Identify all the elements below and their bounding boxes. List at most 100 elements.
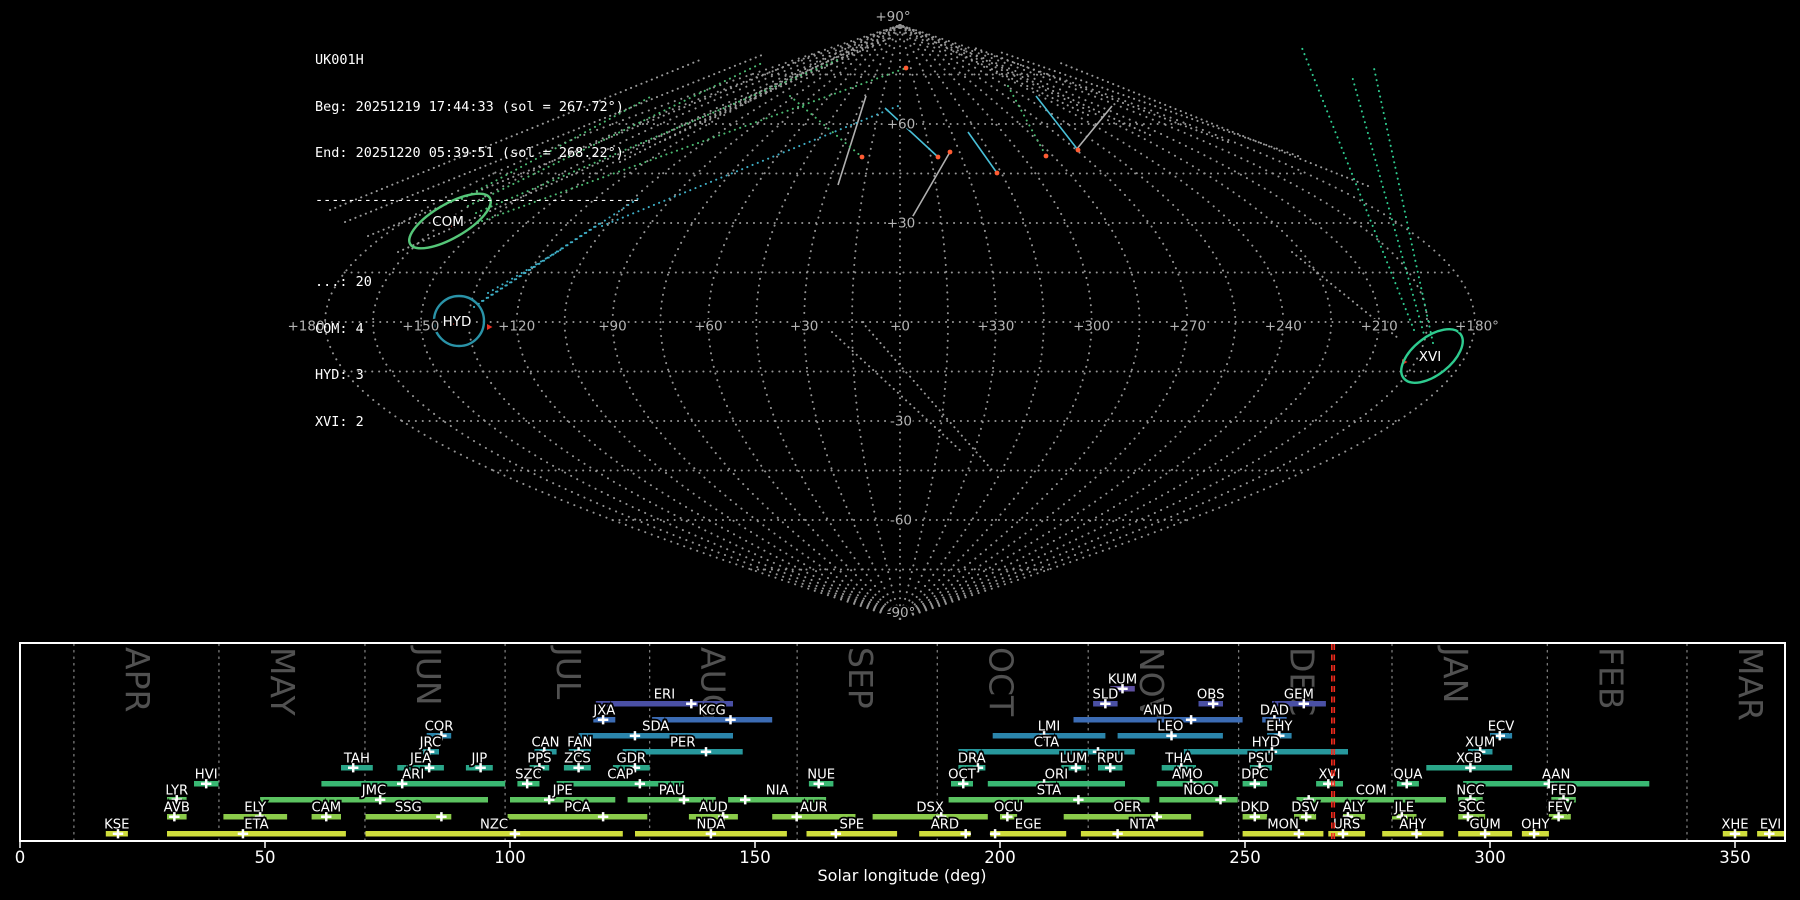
- peak-marker-per: [700, 747, 712, 757]
- meteor-track: [1301, 47, 1415, 331]
- x-axis-title: Solar longitude (deg): [818, 866, 987, 885]
- shower-label-and: AND: [1143, 704, 1172, 719]
- shower-label-com: COM: [1356, 784, 1387, 799]
- meteor-track: [837, 95, 867, 186]
- peak-marker-nzc: [509, 829, 521, 839]
- x-tick-label: 100: [494, 848, 526, 867]
- peak-marker-pca: [597, 812, 609, 822]
- begin-time: Beg: 20251219 17:44:33 (sol = 267.72°): [315, 98, 624, 115]
- shower-label-cta: CTA: [1034, 736, 1059, 751]
- shower-label-ahy: AHY: [1399, 818, 1427, 833]
- shower-label-ori: ORI: [1045, 768, 1068, 783]
- meteor-track-endpoint: [903, 65, 909, 71]
- shower-label-pau: PAU: [659, 784, 685, 799]
- meteor-track: [1373, 67, 1434, 344]
- shower-label-jip: JIP: [471, 752, 488, 767]
- lat-label: +30: [887, 216, 916, 232]
- shower-label-nia: NIA: [766, 784, 789, 799]
- meteor-track: [619, 43, 856, 163]
- lon-label: +300: [1073, 319, 1110, 335]
- lon-label: +30: [790, 319, 819, 335]
- meteor-track: [831, 331, 963, 453]
- shower-label-jle: JLE: [1394, 801, 1415, 816]
- shower-label-hyd: HYD: [1252, 736, 1280, 751]
- meteor-track-endpoint: [994, 170, 1000, 176]
- meteor-track: [1057, 61, 1369, 187]
- lon-label: +270: [1169, 319, 1206, 335]
- shower-label-per: PER: [670, 736, 695, 751]
- shower-label-tha: THA: [1164, 752, 1192, 767]
- meteor-track-endpoint: [859, 154, 865, 160]
- lat-label: -60: [890, 513, 912, 529]
- shower-label-kcg: KCG: [698, 704, 725, 719]
- shower-label-obs: OBS: [1197, 688, 1225, 703]
- lon-label: +330: [977, 319, 1014, 335]
- shower-label-amo: AMO: [1172, 768, 1203, 783]
- meteor-track-endpoint: [947, 149, 953, 155]
- shower-label-scc: SCC: [1458, 801, 1485, 816]
- shower-label-ari: ARI: [402, 768, 424, 783]
- meteor-track: [1351, 75, 1426, 339]
- peak-marker-noo: [1215, 795, 1226, 805]
- peak-marker-ard: [960, 829, 971, 839]
- shower-label-jea: JEA: [409, 752, 431, 767]
- peak-marker-and: [1185, 715, 1197, 725]
- x-tick-label: 300: [1474, 848, 1506, 867]
- lon-label: +210: [1361, 319, 1398, 335]
- sky-map-and-activity-chart: COMHYDXVI+180 +150 +120 +90 +60 +30 +0 +330 +300…: [15, 7, 1786, 885]
- month-label-apr: APR: [118, 647, 157, 712]
- month-label-jul: JUL: [549, 645, 588, 700]
- x-tick-label: 200: [984, 848, 1016, 867]
- shower-label-ohy: OHY: [1521, 818, 1550, 833]
- month-label-oct: OCT: [981, 647, 1020, 717]
- month-label-sep: SEP: [841, 647, 880, 709]
- peak-marker-sda: [629, 731, 641, 741]
- lat-label: -30: [890, 414, 912, 430]
- month-label-jan: JAN: [1436, 645, 1475, 703]
- shower-label-lmi: LMI: [1038, 720, 1061, 735]
- count-sporadics: ...: 20: [315, 274, 372, 290]
- peak-marker-nta: [1112, 829, 1123, 839]
- shower-label-pca: PCA: [564, 801, 590, 816]
- shower-label-ege: EGE: [1015, 818, 1042, 833]
- peak-marker-ssg: [436, 812, 447, 822]
- shower-label-nta: NTA: [1129, 818, 1155, 833]
- radiant-plot-page: UK001H Beg: 20251219 17:44:33 (sol = 267…: [0, 0, 1800, 900]
- shower-label-mon: MON: [1267, 818, 1299, 833]
- shower-label-tah: TAH: [343, 752, 370, 767]
- shower-label-aan: AAN: [1542, 768, 1570, 783]
- x-tick-label: 50: [255, 848, 276, 867]
- shower-label-dsx: DSX: [916, 801, 944, 816]
- peak-marker-sta: [1073, 795, 1084, 805]
- shower-label-cap: CAP: [607, 768, 633, 783]
- shower-label-eri: ERI: [654, 688, 675, 703]
- peak-marker-nia: [740, 795, 751, 805]
- shower-label-lum: LUM: [1060, 752, 1088, 767]
- lon-label: +240: [1265, 319, 1302, 335]
- pole-label-north: +90°: [875, 9, 910, 25]
- meteor-track: [884, 107, 939, 158]
- shower-label-nzc: NZC: [480, 818, 508, 833]
- lat-label: +60: [887, 117, 916, 133]
- observation-header: UK001H Beg: 20251219 17:44:33 (sol = 267…: [315, 22, 640, 461]
- meteor-track-endpoint: [935, 154, 941, 160]
- shower-label-dra: DRA: [958, 752, 986, 767]
- shower-label-oer: OER: [1113, 801, 1141, 816]
- meteor-track-endpoint: [1043, 153, 1049, 159]
- shower-label-jmc: JMC: [361, 784, 386, 799]
- shower-label-gdr: GDR: [617, 752, 647, 767]
- month-label-may: MAY: [263, 647, 302, 716]
- shower-label-avb: AVB: [164, 801, 190, 816]
- lon-label: +60: [694, 319, 723, 335]
- end-time: End: 20251220 05:39:51 (sol = 268.22°): [315, 145, 624, 161]
- lon-label: +0: [890, 319, 910, 335]
- count-hyd: HYD: 3: [315, 367, 364, 383]
- shower-label-sda: SDA: [642, 720, 669, 735]
- shower-label-noo: NOO: [1183, 784, 1214, 799]
- count-com: COM: 4: [315, 320, 364, 337]
- header-separator: ----------------------------------------: [315, 191, 641, 208]
- month-label-jun: JUN: [409, 645, 448, 706]
- meteor-track: [967, 131, 998, 174]
- month-label-mar: MAR: [1731, 647, 1770, 721]
- peak-marker-ege: [989, 829, 1001, 839]
